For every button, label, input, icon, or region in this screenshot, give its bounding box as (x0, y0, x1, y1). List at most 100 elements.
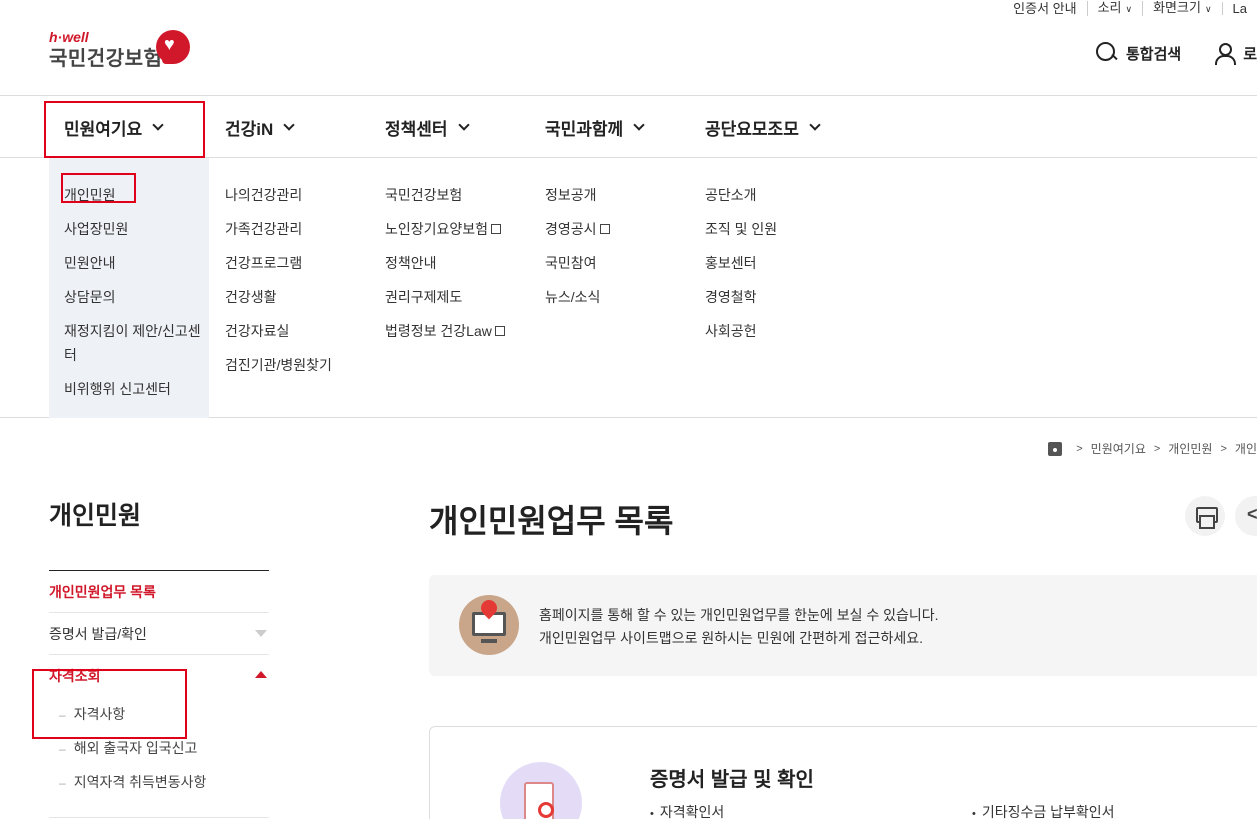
side-divider (49, 817, 269, 818)
chevron-right-icon: > (1220, 442, 1227, 455)
gnb-label: 건강iN (225, 119, 274, 139)
breadcrumb: > 민원여기요 > 개인민원 > 개인 (1048, 440, 1257, 457)
print-icon[interactable] (1185, 496, 1225, 536)
side-title: 개인민원 (49, 502, 142, 530)
intro-line: 개인민원업무 사이트맵으로 원하시는 민원에 간편하게 접근하세요. (539, 630, 923, 646)
chevron-down-icon (633, 118, 645, 131)
caret-down-icon (255, 630, 267, 637)
menu-item[interactable]: 건강생활 (225, 280, 332, 314)
menu-item[interactable]: 상담문의 (64, 280, 204, 314)
chevron-down-icon (809, 118, 821, 131)
menu-item[interactable]: 공단소개 (705, 178, 777, 212)
card-link[interactable]: 기타징수금 납부확인서 (972, 802, 1115, 819)
page-title: 개인민원업무 목록 (429, 503, 674, 539)
side-item-list[interactable]: 개인민원업무 목록 (49, 571, 269, 613)
mega-menu-col-minwon: 개인민원 사업장민원 민원안내 상담문의 재정지킴이 제안/신고센터 비위행위 … (64, 178, 204, 406)
menu-item[interactable]: 뉴스/소식 (545, 280, 610, 314)
highlight-box (44, 101, 205, 158)
menu-item[interactable]: 권리구제제도 (385, 280, 505, 314)
highlight-box (32, 669, 187, 739)
breadcrumb-item[interactable]: 개인민원 (1168, 440, 1212, 457)
external-link-icon (494, 326, 505, 337)
gnb-label: 정책센터 (385, 119, 448, 139)
menu-item[interactable]: 검진기관/병원찾기 (225, 348, 332, 382)
breadcrumb-item[interactable]: 개인 (1235, 440, 1257, 457)
menu-item[interactable]: 재정지킴이 제안/신고센터 (64, 314, 204, 372)
service-card: 증명서 발급 및 확인 자격확인서 기타징수금 납부확인서 (429, 726, 1257, 819)
chevron-down-icon (283, 118, 295, 131)
mega-menu-col-policy: 국민건강보험 노인장기요양보험 정책안내 권리구제제도 법령정보 건강Law (385, 178, 505, 348)
menu-item[interactable]: 가족건강관리 (225, 212, 332, 246)
sound-label: 소리 (1097, 0, 1122, 15)
menu-item[interactable]: 정책안내 (385, 246, 505, 280)
caret-up-icon (255, 671, 267, 678)
monitor-pin-icon (459, 595, 519, 655)
menu-item[interactable]: 조직 및 인원 (705, 212, 777, 246)
document-search-icon (500, 762, 582, 819)
chevron-right-icon: > (1076, 442, 1083, 455)
global-nav: 민원여기요 건강iN 정책센터 국민과함께 공단요모조모 (0, 96, 1257, 158)
gnb-label: 공단요모조모 (705, 119, 799, 139)
login-button[interactable]: 로 (1243, 43, 1257, 64)
menu-item[interactable]: 건강프로그램 (225, 246, 332, 280)
menu-item[interactable]: 비위행위 신고센터 (64, 372, 204, 406)
search-icon[interactable] (1095, 42, 1118, 64)
menu-item[interactable]: 국민참여 (545, 246, 610, 280)
menu-item[interactable]: 나의건강관리 (225, 178, 332, 212)
screen-size-menu[interactable]: 화면크기 ∨ (1142, 0, 1221, 16)
highlight-box (61, 173, 136, 203)
intro-box: 홈페이지를 통해 할 수 있는 개인민원업무를 한눈에 보실 수 있습니다. 개… (429, 575, 1257, 676)
user-icon[interactable] (1213, 42, 1237, 65)
chevron-down-icon: ∨ (1204, 3, 1212, 14)
menu-item[interactable]: 민원안내 (64, 246, 204, 280)
menu-item-label: 경영공시 (545, 221, 597, 237)
sound-menu[interactable]: 소리 ∨ (1086, 0, 1143, 16)
menu-item[interactable]: 홍보센터 (705, 246, 777, 280)
side-item-label: 증명서 발급/확인 (49, 626, 147, 642)
intro-line: 홈페이지를 통해 할 수 있는 개인민원업무를 한눈에 보실 수 있습니다. (539, 607, 939, 623)
gnb-item-together[interactable]: 국민과함께 (545, 96, 645, 158)
menu-item[interactable]: 경영철학 (705, 280, 777, 314)
side-subitem[interactable]: 지역자격 취득변동사항 (49, 765, 269, 799)
side-item-label: 개인민원업무 목록 (49, 584, 156, 600)
card-link[interactable]: 자격확인서 (650, 802, 724, 819)
gnb-item-about[interactable]: 공단요모조모 (705, 96, 821, 158)
screen-size-label: 화면크기 (1153, 0, 1201, 15)
mega-menu-col-health: 나의건강관리 가족건강관리 건강프로그램 건강생활 건강자료실 검진기관/병원찾… (225, 178, 332, 382)
menu-item[interactable]: 사업장민원 (64, 212, 204, 246)
mega-menu: 개인민원 사업장민원 민원안내 상담문의 재정지킴이 제안/신고센터 비위행위 … (0, 158, 1257, 418)
logo-name: 국민건강보험 (49, 48, 163, 70)
unified-search-button[interactable]: 통합검색 (1126, 43, 1181, 64)
cert-guide-link[interactable]: 인증서 안내 (1003, 2, 1086, 15)
gnb-item-health-in[interactable]: 건강iN (225, 96, 295, 158)
menu-item[interactable]: 정보공개 (545, 178, 610, 212)
chevron-down-icon: ∨ (1125, 3, 1133, 14)
header-actions: 통합검색 로 (1095, 42, 1257, 65)
mega-menu-col-together: 정보공개 경영공시 국민참여 뉴스/소식 (545, 178, 610, 314)
menu-item[interactable]: 건강자료실 (225, 314, 332, 348)
side-menu: 개인민원업무 목록 증명서 발급/확인 자격조회 자격사항 해외 출국자 입국신… (32, 571, 269, 799)
breadcrumb-item[interactable]: 민원여기요 (1091, 440, 1146, 457)
menu-item-label: 노인장기요양보험 (385, 221, 489, 237)
language-menu[interactable]: La (1221, 1, 1257, 15)
utility-bar: 인증서 안내 소리 ∨ 화면크기 ∨ La (1003, 0, 1257, 16)
menu-item[interactable]: 국민건강보험 (385, 178, 505, 212)
menu-item[interactable]: 법령정보 건강Law (385, 314, 505, 348)
menu-item-label: 법령정보 건강Law (385, 323, 492, 339)
menu-item[interactable]: 노인장기요양보험 (385, 212, 505, 246)
chevron-right-icon: > (1153, 442, 1161, 455)
external-link-icon (599, 224, 610, 235)
card-title: 증명서 발급 및 확인 (650, 769, 814, 791)
site-logo[interactable]: h·well 국민건강보험 (49, 30, 190, 71)
gnb-item-policy[interactable]: 정책센터 (385, 96, 470, 158)
home-icon[interactable] (1048, 441, 1063, 456)
side-item-certificate[interactable]: 증명서 발급/확인 (49, 613, 269, 655)
chevron-down-icon (457, 118, 470, 131)
external-link-icon (491, 224, 502, 235)
heart-logo-icon (156, 30, 190, 64)
share-icon[interactable] (1235, 496, 1257, 536)
menu-item[interactable]: 경영공시 (545, 212, 610, 246)
menu-item[interactable]: 사회공헌 (705, 314, 777, 348)
mega-menu-col-about: 공단소개 조직 및 인원 홍보센터 경영철학 사회공헌 (705, 178, 777, 348)
intro-text: 홈페이지를 통해 할 수 있는 개인민원업무를 한눈에 보실 수 있습니다. 개… (539, 604, 939, 650)
